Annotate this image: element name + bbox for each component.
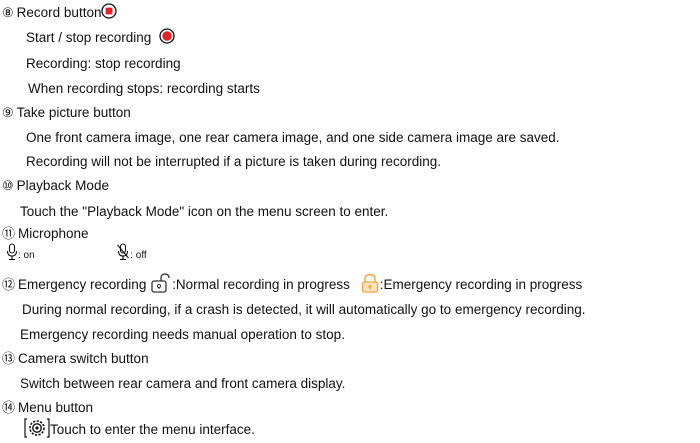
microphone-legend: : on : off: [6, 243, 147, 266]
body-text: Start / stop recording: [26, 30, 152, 46]
section-8-line-1: Start / stop recording: [0, 28, 175, 49]
section-title: Take picture button: [16, 105, 131, 120]
section-12-line-1: During normal recording, if a crash is d…: [22, 302, 586, 317]
section-title: Emergency recording: [18, 277, 147, 293]
section-title: Microphone: [18, 226, 89, 241]
section-13-heading: ⑬ Camera switch button: [2, 350, 149, 368]
section-8-heading: ⑧ Record button: [2, 3, 118, 24]
section-title: Menu button: [18, 400, 94, 415]
section-number: ⑪: [2, 226, 16, 241]
section-12-heading: ⑫ Emergency recording :Normal recording i…: [2, 273, 582, 298]
section-number: ⑨: [2, 105, 14, 120]
record-dot-icon: [159, 28, 175, 49]
section-8-line-3: When recording stops: recording starts: [28, 81, 260, 96]
microphone-off-icon: [116, 243, 130, 266]
section-8-line-2: Recording: stop recording: [26, 56, 181, 71]
section-9-line-2: Recording will not be interrupted if a p…: [26, 154, 441, 169]
section-number: ⑬: [2, 351, 16, 366]
emergency-recording-label: :Emergency recording in progress: [379, 277, 583, 293]
unlocked-icon: [150, 273, 172, 298]
section-title: Camera switch button: [18, 351, 149, 366]
normal-recording-label: :Normal recording in progress: [172, 277, 350, 293]
section-10-line-1: Touch the "Playback Mode" icon on the me…: [20, 204, 389, 219]
section-11-heading: ⑪ Microphone: [2, 225, 89, 243]
section-13-line-1: Switch between rear camera and front cam…: [20, 376, 346, 391]
body-text: Touch to enter the menu interface.: [50, 422, 255, 438]
section-9-heading: ⑨ Take picture button: [2, 104, 131, 122]
lock-icon: [360, 273, 380, 298]
section-title: Record button: [16, 5, 102, 21]
section-number: ⑫: [2, 277, 16, 293]
section-number: ⑩: [2, 178, 14, 193]
gear-icon: [24, 418, 50, 443]
section-10-heading: ⑩ Playback Mode: [2, 177, 109, 195]
section-9-line-1: One front camera image, one rear camera …: [26, 130, 560, 145]
microphone-icon: [6, 243, 18, 266]
section-14-line-1: Touch to enter the menu interface.: [24, 418, 255, 443]
mic-off-label: : off: [130, 250, 147, 262]
section-14-heading: ⑭ Menu button: [2, 399, 93, 417]
section-12-line-2: Emergency recording needs manual operati…: [20, 327, 345, 342]
section-number: ⑧: [2, 5, 14, 21]
section-number: ⑭: [2, 400, 16, 415]
record-stop-icon: [101, 3, 118, 24]
section-title: Playback Mode: [16, 178, 109, 193]
mic-on-label: : on: [18, 250, 35, 262]
